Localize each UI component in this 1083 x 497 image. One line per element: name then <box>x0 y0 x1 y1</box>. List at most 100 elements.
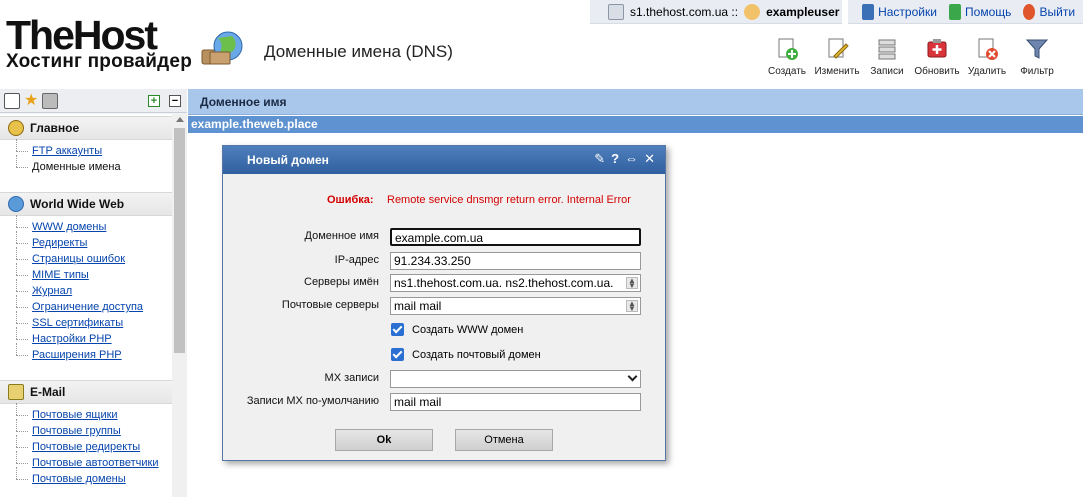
menu-group-header[interactable]: World Wide Web <box>0 192 172 216</box>
ns-input[interactable]: ns1.thehost.com.ua. ns2.thehost.com.ua. … <box>390 274 641 292</box>
menu-group-title: E-Mail <box>30 385 66 399</box>
help-link[interactable]: Помощь <box>965 5 1011 19</box>
ip-row: IP-адрес 91.234.33.250 <box>223 252 667 270</box>
mail-servers-input[interactable]: mail mail ▲ ▼ <box>390 297 641 315</box>
app-window: TheHost Хостинг провайдер Доменные имена… <box>0 0 1083 497</box>
dialog-title-bar[interactable]: Новый домен ✎ ? ⇔ ✕ <box>223 146 665 174</box>
menu-item-label[interactable]: Почтовые редиректы <box>32 441 140 453</box>
menu-item-label[interactable]: Настройки PHP <box>32 333 112 345</box>
dialog-title: Новый домен <box>247 153 329 167</box>
menu-item-label[interactable]: Почтовые автоответчики <box>32 457 158 469</box>
create-button[interactable]: Создать <box>762 36 812 77</box>
refresh-button[interactable]: Обновить <box>912 36 962 77</box>
resize-icon[interactable]: ⇔ <box>625 152 638 166</box>
create-mail-label[interactable]: Создать почтовый домен <box>412 349 541 361</box>
edit-button[interactable]: Изменить <box>812 36 862 77</box>
mail-icon <box>8 384 24 400</box>
mx-select[interactable] <box>390 370 641 388</box>
menu-item-label[interactable]: Почтовые ящики <box>32 409 118 421</box>
menu-item-label[interactable]: Почтовые группы <box>32 425 121 437</box>
menu-item[interactable]: FTP аккаунты <box>16 139 172 159</box>
create-mail-checkbox[interactable] <box>391 348 404 361</box>
expand-all-icon[interactable]: + <box>148 95 160 107</box>
menu-group-header[interactable]: Главное <box>0 116 172 140</box>
cancel-button[interactable]: Отмена <box>455 429 553 451</box>
menu-item-label[interactable]: Почтовые домены <box>32 473 126 485</box>
scrollbar-thumb[interactable] <box>174 128 185 353</box>
menu-group-header[interactable]: E-Mail <box>0 380 172 404</box>
menu-item-label[interactable]: FTP аккаунты <box>32 145 102 157</box>
column-header-domain[interactable]: Доменное имя <box>188 89 1083 115</box>
filter-button[interactable]: Фильтр <box>1012 36 1062 77</box>
logo[interactable]: TheHost Хостинг провайдер <box>6 15 192 72</box>
menu-item[interactable]: Настройки PHP <box>16 327 172 347</box>
sidebar-scrollbar[interactable] <box>172 114 187 497</box>
scroll-up-arrow-icon[interactable] <box>176 117 184 122</box>
delete-button[interactable]: Удалить <box>962 36 1012 77</box>
favorites-star-icon[interactable]: ★ <box>24 92 38 109</box>
menu-item-label[interactable]: Ограничение доступа <box>32 301 143 313</box>
filter-label: Фильтр <box>1020 66 1054 77</box>
pin-icon[interactable]: ✎ <box>594 152 605 166</box>
table-row[interactable]: example.theweb.place <box>188 116 1083 133</box>
create-icon <box>778 38 798 60</box>
list-view-icon[interactable] <box>4 92 20 109</box>
menu-group-title: World Wide Web <box>30 197 125 211</box>
menu-item[interactable]: Почтовые автоответчики <box>16 451 172 471</box>
menu-item[interactable]: Почтовые ящики <box>16 403 172 423</box>
menu-item[interactable]: Почтовые домены <box>16 467 172 487</box>
settings-link[interactable]: Настройки <box>878 5 937 19</box>
menu-item-label[interactable]: Доменные имена <box>32 161 121 173</box>
records-button[interactable]: Записи <box>862 36 912 77</box>
logo-subtitle: Хостинг провайдер <box>6 51 192 72</box>
logout-link[interactable]: Выйти <box>1039 5 1075 19</box>
menu-group-email: E-Mail Почтовые ящики Почтовые группы По… <box>0 380 172 487</box>
menu-item[interactable]: SSL сертификаты <box>16 311 172 331</box>
create-www-label[interactable]: Создать WWW домен <box>412 324 523 336</box>
menu-item[interactable]: Журнал <box>16 279 172 299</box>
menu-item-label[interactable]: Журнал <box>32 285 72 297</box>
menu-item-label[interactable]: Страницы ошибок <box>32 253 125 265</box>
mail-servers-row: Почтовые серверы mail mail ▲ ▼ <box>223 297 667 315</box>
menu-item[interactable]: Расширения PHP <box>16 343 172 363</box>
ns-stepper-icon[interactable]: ▲ ▼ <box>626 277 638 290</box>
menu-item-label[interactable]: MIME типы <box>32 269 89 281</box>
close-icon[interactable]: ✕ <box>644 152 655 166</box>
help-icon <box>948 3 962 20</box>
ns-label: Серверы имён <box>304 276 379 288</box>
help-icon[interactable]: ? <box>611 152 619 166</box>
create-www-row: Создать WWW домен <box>391 323 523 336</box>
mx-default-label: Записи MX по-умолчанию <box>246 395 379 407</box>
menu-item-label[interactable]: SSL сертификаты <box>32 317 123 329</box>
menu-item[interactable]: Почтовые группы <box>16 419 172 439</box>
ip-input[interactable]: 91.234.33.250 <box>390 252 641 270</box>
menu-group-www: World Wide Web WWW домены Редиректы Стра… <box>0 192 172 363</box>
menu-item-label[interactable]: Расширения PHP <box>32 349 122 361</box>
session-bar: s1.thehost.com.ua :: exampleuser <box>590 0 842 24</box>
menu-item[interactable]: Доменные имена <box>16 155 172 175</box>
menu-item-label[interactable]: WWW домены <box>32 221 106 233</box>
user-icon <box>744 3 761 20</box>
menu-item[interactable]: Ограничение доступа <box>16 295 172 315</box>
briefcase-icon[interactable] <box>42 92 59 109</box>
menu-item[interactable]: Редиректы <box>16 231 172 251</box>
menu-item[interactable]: WWW домены <box>16 215 172 235</box>
ns-input-value: ns1.thehost.com.ua. ns2.thehost.com.ua. <box>394 276 614 290</box>
ip-label: IP-адрес <box>334 254 379 266</box>
chevron-down-icon <box>627 371 638 382</box>
create-www-checkbox[interactable] <box>391 323 404 336</box>
delete-icon <box>978 38 998 60</box>
menu-item[interactable]: Почтовые редиректы <box>16 435 172 455</box>
create-label: Создать <box>767 66 806 77</box>
menu-item-label[interactable]: Редиректы <box>32 237 87 249</box>
mail-stepper-icon[interactable]: ▲ ▼ <box>626 300 638 313</box>
menu-item[interactable]: MIME типы <box>16 263 172 283</box>
ok-button[interactable]: Ok <box>335 429 433 451</box>
menu-item[interactable]: Страницы ошибок <box>16 247 172 267</box>
mail-servers-value: mail mail <box>394 299 442 313</box>
collapse-all-icon[interactable]: − <box>169 95 181 107</box>
logout-icon <box>1023 3 1036 20</box>
sidebar-tools: ★ + − <box>0 89 187 113</box>
mx-default-input[interactable]: mail mail <box>390 393 641 411</box>
domain-input[interactable]: example.com.ua <box>390 228 641 246</box>
